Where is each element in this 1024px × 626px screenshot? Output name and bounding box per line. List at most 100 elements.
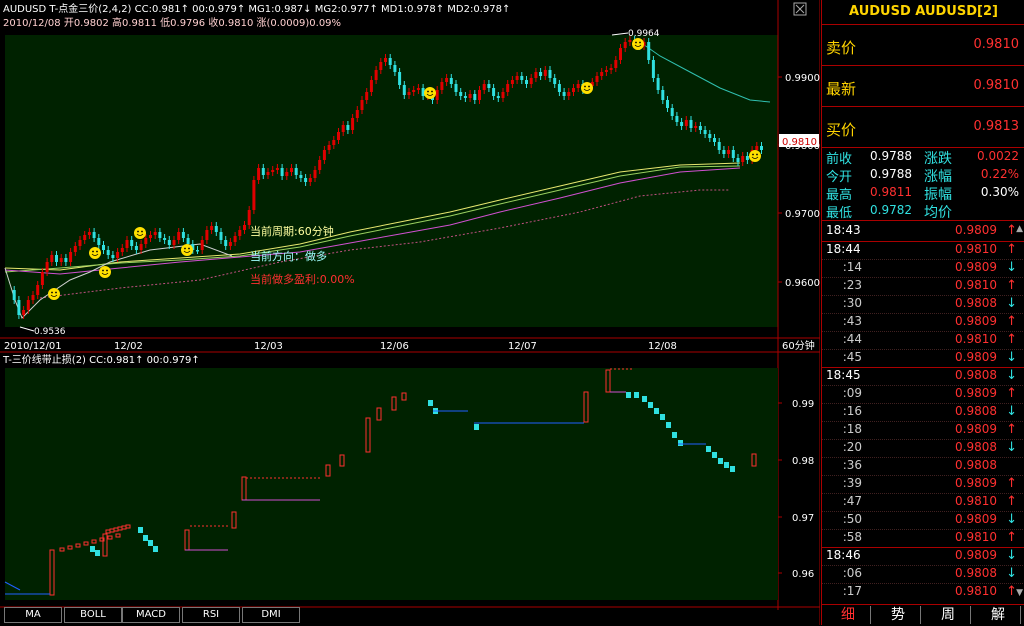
candle-body xyxy=(468,94,472,98)
tick-time: :16 xyxy=(842,404,862,418)
tab-macd[interactable]: MACD xyxy=(122,607,180,623)
candle-body xyxy=(398,72,402,85)
down-step xyxy=(730,466,735,472)
candle-body xyxy=(214,226,218,232)
candle-body xyxy=(59,258,63,262)
tick-time: :20 xyxy=(842,440,862,454)
candle-body xyxy=(153,232,157,235)
tick-row: :06 0.9808 ↓ xyxy=(822,565,1024,584)
candle-body xyxy=(745,156,749,160)
sub-y-tick-label: 0.99 xyxy=(792,399,814,410)
tick-time: :47 xyxy=(842,494,862,508)
tick-row: :20 0.9808 ↓ xyxy=(822,439,1024,458)
candle-body xyxy=(210,226,214,230)
candle-body xyxy=(698,126,702,130)
side-tab-0[interactable]: 细 xyxy=(826,606,871,624)
candle-body xyxy=(181,232,185,238)
candle-body xyxy=(680,122,684,126)
tick-time: :09 xyxy=(842,386,862,400)
candle-body xyxy=(224,240,228,246)
arrow-up-icon: ↑ xyxy=(1006,386,1017,401)
chart-header-line1: AUDUSD T-点金三价(2,4,2) CC:0.981↑ 00:0.979↑… xyxy=(3,2,510,15)
arrow-up-icon: ↑ xyxy=(1006,332,1017,347)
side-tab-3[interactable]: 解 xyxy=(976,606,1021,624)
arrow-up-icon: ↑ xyxy=(1006,314,1017,329)
restore-icon[interactable] xyxy=(793,2,807,16)
candle-body xyxy=(69,252,73,262)
tick-time: :50 xyxy=(842,512,862,526)
tab-boll[interactable]: BOLL xyxy=(64,607,122,623)
down-step xyxy=(95,550,100,556)
tick-row: :17 0.9810 ↑ xyxy=(822,583,1024,602)
sell-value[interactable]: 0.9810 xyxy=(974,37,1020,52)
arrow-down-icon: ↓ xyxy=(1006,404,1017,419)
candle-body xyxy=(647,42,651,60)
main-x-tick-label: 12/02 xyxy=(114,341,143,352)
candle-body xyxy=(111,255,115,258)
smiley-icon xyxy=(749,150,761,162)
candle-body xyxy=(694,126,698,128)
tick-time: :18 xyxy=(842,422,862,436)
tick-time: :58 xyxy=(842,530,862,544)
main-x-axis: 2010/12/01 12/02 12/03 12/06 12/07 12/08 xyxy=(4,341,677,352)
arrow-up-icon: ↑ xyxy=(1006,530,1017,545)
candle-body xyxy=(463,96,467,98)
candle-body xyxy=(294,168,298,175)
candle-body xyxy=(337,132,340,140)
candle-body xyxy=(327,145,331,150)
candle-body xyxy=(158,232,162,238)
candle-body xyxy=(332,140,336,145)
candle-body xyxy=(487,84,491,88)
tab-rsi[interactable]: RSI xyxy=(182,607,240,623)
arrow-up-icon: ↑ xyxy=(1006,494,1017,509)
candle-body xyxy=(553,78,557,84)
tick-row: :47 0.9810 ↑ xyxy=(822,493,1024,512)
buy-value[interactable]: 0.9813 xyxy=(974,119,1020,134)
main-y-tick-label: 0.9600 xyxy=(785,278,820,289)
arrow-down-icon: ↓ xyxy=(1006,512,1017,527)
candle-body xyxy=(651,60,655,78)
candle-body xyxy=(92,232,96,238)
candle-body xyxy=(661,90,665,100)
tick-row: :43 0.9809 ↑ xyxy=(822,313,1024,332)
scroll-up-icon[interactable]: ▲ xyxy=(1016,224,1023,234)
side-tab-2[interactable]: 周 xyxy=(926,606,971,624)
last-label: 最新 xyxy=(826,80,857,98)
candle-body xyxy=(322,150,326,160)
tab-dmi[interactable]: DMI xyxy=(242,607,300,623)
main-x-tick-label: 12/03 xyxy=(254,341,283,352)
stats-block: 前收 0.9788 涨跌 0.0022 今开 0.9788 涨幅 0.22% 最… xyxy=(822,148,1024,221)
scroll-down-icon[interactable]: ▼ xyxy=(1016,588,1023,598)
candle-body xyxy=(139,244,143,250)
candle-body xyxy=(628,40,632,42)
candle-body xyxy=(445,78,449,82)
high-pointer xyxy=(611,32,629,36)
candle-body xyxy=(247,210,251,225)
down-step xyxy=(678,440,683,446)
candle-body xyxy=(97,238,101,245)
sell-label: 卖价 xyxy=(826,39,857,57)
low-pointer xyxy=(19,326,35,332)
candle-body xyxy=(534,72,538,78)
smiley-icon xyxy=(181,244,193,256)
candle-body xyxy=(449,78,453,84)
candle-body xyxy=(228,242,232,246)
prev-close-value: 0.9788 xyxy=(870,149,912,163)
side-tab-1[interactable]: 势 xyxy=(876,606,921,624)
low-label: 最低 xyxy=(826,206,853,221)
candle-body xyxy=(163,238,167,240)
chart-area[interactable]: AUDUSD T-点金三价(2,4,2) CC:0.981↑ 00:0.979↑… xyxy=(0,0,820,625)
candle-body xyxy=(689,120,693,128)
tick-price: 0.9808 xyxy=(955,404,997,418)
tick-time: 18:45 xyxy=(826,368,861,382)
candle-body xyxy=(402,85,406,95)
tick-list[interactable]: 18:43 0.9809 ↑ 18:44 0.9810 ↑:14 0.9809 ↓:23 0.9… xyxy=(822,223,1024,603)
tab-ma[interactable]: MA xyxy=(4,607,62,623)
candle-body xyxy=(755,146,759,150)
candle-body xyxy=(506,84,510,92)
tick-price: 0.9808 xyxy=(955,296,997,310)
candle-body xyxy=(200,240,204,250)
candle-body xyxy=(360,100,364,110)
candle-body xyxy=(341,125,345,132)
candle-body xyxy=(562,92,566,96)
